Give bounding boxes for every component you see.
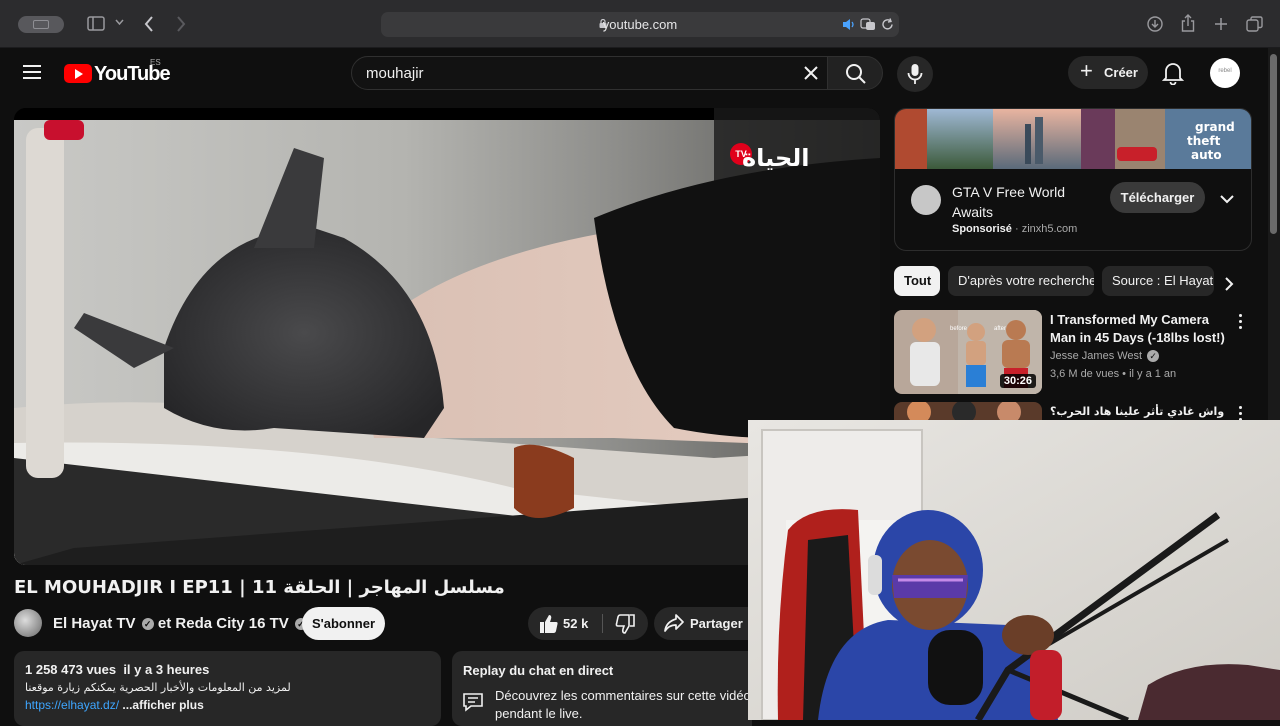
chevron-right-icon[interactable] xyxy=(1220,275,1238,293)
webcam-image xyxy=(748,420,1280,720)
ad-domain: zinxh5.com xyxy=(1021,223,1078,235)
like-button[interactable]: 52 k xyxy=(528,607,602,640)
download-icon[interactable] xyxy=(1147,16,1163,32)
filter-chips: Tout D'après votre recherche Source : El… xyxy=(894,266,1244,296)
publish-date: il y a 3 heures xyxy=(123,662,210,677)
thumb-after-label: after xyxy=(994,326,1006,332)
chat-icon xyxy=(463,693,483,712)
chat-replay-message: Découvrez les commentaires sur cette vid… xyxy=(495,688,751,721)
verified-icon: ✓ xyxy=(141,618,154,631)
sponsored-label: Sponsorisé xyxy=(952,223,1012,235)
channel-avatar[interactable] xyxy=(14,609,42,637)
sponsored-ad-card[interactable]: grand theft auto GTA V Free World Awaits… xyxy=(894,108,1252,251)
url-text: youtube.com xyxy=(602,17,678,32)
list-item[interactable]: before after 30:26 I Transformed My Came… xyxy=(894,310,1252,396)
chat-replay-title: Replay du chat en direct xyxy=(463,663,614,678)
channel-joiner: et xyxy=(157,615,172,632)
channel-watermark: الحياة xyxy=(742,144,810,172)
avatar-text: rebel xyxy=(1218,68,1232,74)
ad-download-button[interactable]: Télécharger xyxy=(1110,182,1205,213)
chip-all[interactable]: Tout xyxy=(894,266,940,296)
share-sheet-icon[interactable] xyxy=(1181,14,1195,32)
tabs-icon[interactable] xyxy=(1246,16,1263,32)
view-stats: 1 258 473 vues il y a 3 heures xyxy=(25,662,209,677)
video-thumbnail[interactable]: before after 30:26 xyxy=(894,310,1042,394)
ad-meta: Sponsorisé · zinxh5.com xyxy=(952,223,1078,235)
show-more-button[interactable]: ...afficher plus xyxy=(122,698,203,712)
video-age: il y a 1 an xyxy=(1129,368,1177,380)
svg-text:auto: auto xyxy=(1191,148,1222,162)
description-box[interactable]: 1 258 473 vues il y a 3 heures لمزيد من … xyxy=(14,651,441,726)
translate-icon[interactable] xyxy=(860,18,876,31)
create-label: Créer xyxy=(1104,65,1138,80)
chevron-down-icon[interactable] xyxy=(115,19,124,25)
chip-search-related[interactable]: D'après votre recherche xyxy=(948,266,1094,296)
chevron-down-icon[interactable] xyxy=(1217,189,1237,209)
browser-toolbar: youtube.com xyxy=(0,0,1280,48)
like-icon xyxy=(540,615,558,633)
logo-country-code: ES xyxy=(150,58,161,67)
forward-icon[interactable] xyxy=(176,16,186,32)
account-avatar[interactable]: rebel xyxy=(1210,58,1240,88)
video-title: EL MOUHADJIR I EP11 | مسلسل المهاجر | ال… xyxy=(14,577,505,598)
like-count: 52 k xyxy=(563,616,589,631)
video-meta: 3,6 M de vues • il y a 1 an xyxy=(1050,368,1177,380)
subscribe-button[interactable]: S'abonner xyxy=(302,607,385,640)
description-link-row: https://elhayat.dz/ ...afficher plus xyxy=(25,698,204,712)
share-button[interactable]: Partager xyxy=(654,607,754,640)
verified-icon: ✓ xyxy=(1147,350,1160,363)
clear-search-icon[interactable] xyxy=(800,62,822,84)
view-count: 3,6 M de vues xyxy=(1050,368,1120,380)
voice-search-button[interactable] xyxy=(897,56,933,92)
ad-banner-image: grand theft auto xyxy=(895,109,1251,169)
bell-icon[interactable] xyxy=(1162,61,1184,85)
youtube-logo[interactable]: YouTube ES xyxy=(64,58,171,85)
ad-banner-logo-text: grand xyxy=(1195,120,1235,134)
channel-name-2[interactable]: Reda City 16 TV xyxy=(175,615,288,632)
share-label: Partager xyxy=(690,616,743,631)
channel-name-line[interactable]: El Hayat TV ✓ et Reda City 16 TV ✓ xyxy=(53,615,307,632)
chat-replay-box[interactable]: Replay du chat en direct Découvrez les c… xyxy=(452,651,752,726)
search-input-value: mouhajir xyxy=(366,65,424,82)
youtube-header: YouTube ES mouhajir + Créer rebel xyxy=(0,48,1268,98)
description-link[interactable]: https://elhayat.dz/ xyxy=(25,698,119,712)
ad-app-icon xyxy=(911,185,941,215)
video-channel[interactable]: Jesse James West ✓ xyxy=(1050,350,1160,363)
dislike-icon xyxy=(615,614,635,634)
mic-icon xyxy=(907,64,923,84)
share-icon xyxy=(664,614,684,632)
search-input[interactable]: mouhajir xyxy=(351,56,828,90)
play-logo-icon xyxy=(64,64,92,83)
ad-title[interactable]: GTA V Free World Awaits xyxy=(952,182,1102,222)
video-title[interactable]: واش غادي تأثر علينا هاد الحرب؟ xyxy=(1050,403,1230,421)
back-icon[interactable] xyxy=(144,16,154,32)
channel-row: El Hayat TV ✓ et Reda City 16 TV ✓ S'abo… xyxy=(14,607,754,640)
description-text: لمزيد من المعلومات والأخبار الحصرية يمكن… xyxy=(25,681,291,694)
more-vert-icon[interactable] xyxy=(1239,314,1245,330)
svg-text:theft: theft xyxy=(1187,134,1221,148)
speaker-icon[interactable] xyxy=(842,18,856,31)
like-dislike-group: 52 k xyxy=(528,607,648,640)
video-title[interactable]: I Transformed My Camera Man in 45 Days (… xyxy=(1050,311,1230,347)
view-count: 1 258 473 vues xyxy=(25,662,117,677)
search-icon xyxy=(846,64,866,84)
webcam-overlay xyxy=(748,420,1280,720)
chip-source[interactable]: Source : El Hayat xyxy=(1102,266,1214,296)
video-duration: 30:26 xyxy=(999,374,1036,388)
channel-name: Jesse James West xyxy=(1050,350,1143,362)
address-bar[interactable]: youtube.com xyxy=(381,12,899,37)
dislike-button[interactable] xyxy=(603,607,648,640)
window-controls[interactable] xyxy=(18,16,64,33)
new-tab-icon[interactable] xyxy=(1214,17,1228,31)
sidebar-icon[interactable] xyxy=(87,16,105,31)
scrollbar-thumb[interactable] xyxy=(1270,54,1277,234)
plus-icon: + xyxy=(1080,58,1093,83)
thumb-before-label: before xyxy=(950,326,968,332)
menu-icon[interactable] xyxy=(23,65,41,79)
reload-icon[interactable] xyxy=(881,18,894,31)
create-button[interactable]: + Créer xyxy=(1068,56,1148,89)
search-button[interactable] xyxy=(827,56,883,90)
channel-name[interactable]: El Hayat TV xyxy=(53,615,136,632)
